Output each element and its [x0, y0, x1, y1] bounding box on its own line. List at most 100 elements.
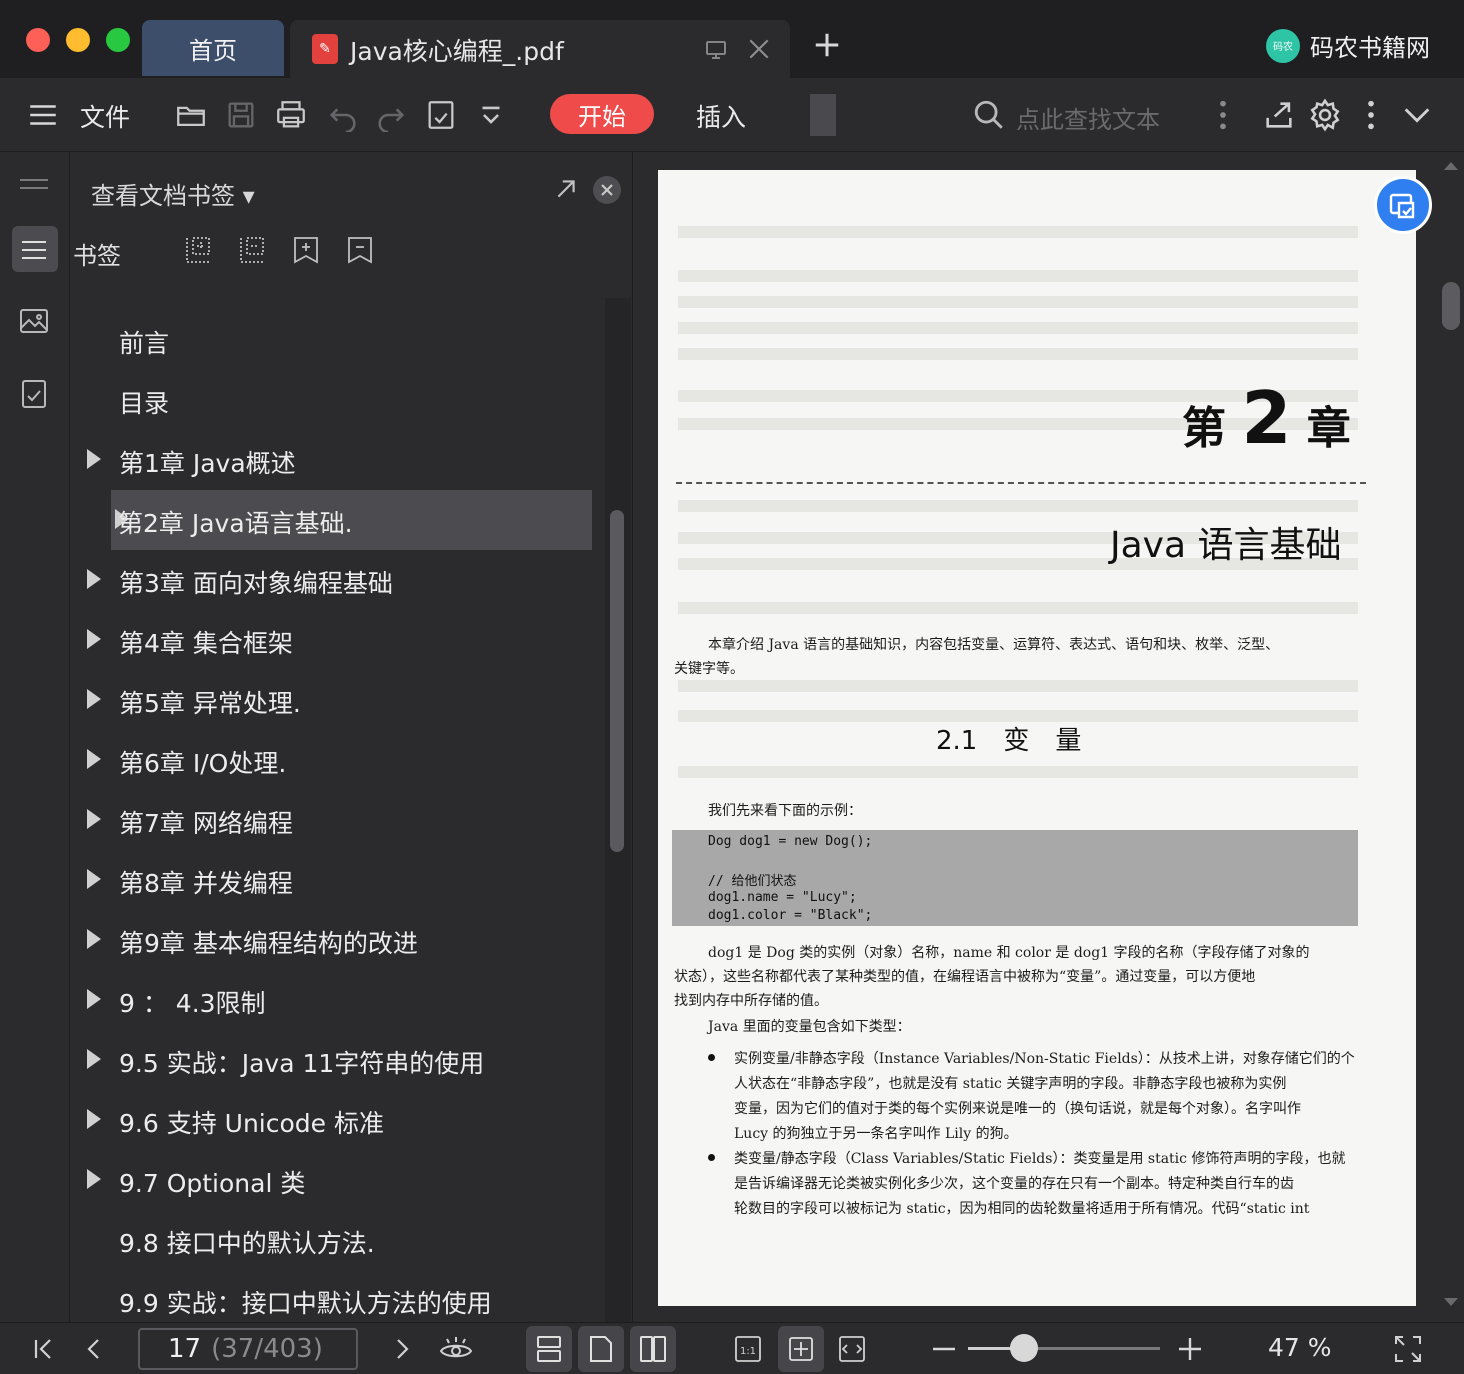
- annotation-icon[interactable]: [16, 376, 52, 412]
- bookmark-item[interactable]: 9.9 实战：接口中默认方法的使用: [71, 1270, 603, 1330]
- scroll-up-arrow[interactable]: [1444, 162, 1458, 170]
- bookmark-scrollbar[interactable]: [605, 298, 631, 1322]
- print-icon[interactable]: [274, 98, 308, 132]
- tab-home-label: 首页: [189, 36, 237, 65]
- window-minimize-button[interactable]: [66, 28, 90, 52]
- bookmark-item[interactable]: 9.6 支持 Unicode 标准: [71, 1090, 603, 1150]
- share-icon[interactable]: [1262, 98, 1296, 132]
- bookmark-item[interactable]: 9 ： 4.3限制: [71, 970, 603, 1030]
- new-tab-icon[interactable]: [812, 30, 842, 60]
- export-icon[interactable]: [424, 98, 458, 132]
- dropdown-icon[interactable]: [474, 98, 508, 132]
- next-page-icon[interactable]: [386, 1333, 418, 1365]
- bookmark-item[interactable]: 第8章 并发编程: [71, 850, 603, 910]
- actual-size-icon[interactable]: 1:1: [732, 1333, 764, 1365]
- tab-insert[interactable]: 插入: [696, 98, 746, 134]
- more-vertical-icon[interactable]: [1206, 98, 1240, 132]
- settings-gear-icon[interactable]: [1308, 98, 1342, 132]
- bookmark-scrollbar-thumb[interactable]: [610, 510, 624, 852]
- bookmark-item[interactable]: 第9章 基本编程结构的改进: [71, 910, 603, 970]
- expand-triangle-icon[interactable]: [87, 449, 101, 469]
- zoom-level[interactable]: 47 %: [1268, 1333, 1332, 1362]
- tab-start[interactable]: 开始: [550, 94, 654, 134]
- status-bar: 17 (37/403) 1:1 47 %: [0, 1322, 1464, 1374]
- file-menu[interactable]: 文件: [80, 98, 130, 134]
- tab-document[interactable]: ✎ Java核心编程_.pdf: [290, 20, 790, 78]
- expand-triangle-icon[interactable]: [87, 749, 101, 769]
- menu-icon[interactable]: [26, 98, 60, 132]
- expand-all-icon[interactable]: [183, 234, 213, 266]
- redo-icon[interactable]: [374, 98, 408, 132]
- bookmark-item[interactable]: 前言: [71, 310, 603, 370]
- bookmark-item[interactable]: 第7章 网络编程: [71, 790, 603, 850]
- window-close-button[interactable]: [26, 28, 50, 52]
- bookmark-panel-title[interactable]: 查看文档书签 ▾: [91, 176, 255, 211]
- bullet-line: 类变量/静态字段（Class Variables/Static Fields）：…: [734, 1151, 1346, 1167]
- page-number-input[interactable]: 17 (37/403): [138, 1328, 358, 1370]
- bookmark-item[interactable]: 9.5 实战：Java 11字符串的使用: [71, 1030, 603, 1090]
- expand-triangle-icon[interactable]: [87, 569, 101, 589]
- first-page-icon[interactable]: [28, 1333, 60, 1365]
- search-icon[interactable]: [972, 98, 1006, 132]
- expand-triangle-icon[interactable]: [87, 809, 101, 829]
- zoom-in-icon[interactable]: [1174, 1333, 1206, 1365]
- zoom-out-icon[interactable]: [928, 1333, 960, 1365]
- convert-document-icon: [1389, 193, 1415, 219]
- bullet-dot: [708, 1154, 715, 1161]
- expand-triangle-icon[interactable]: [87, 1169, 101, 1189]
- more-vertical-icon[interactable]: [1354, 98, 1388, 132]
- bookmark-item[interactable]: 第6章 I/O处理.: [71, 730, 603, 790]
- expand-triangle-icon[interactable]: [87, 989, 101, 1009]
- close-tab-icon[interactable]: [746, 36, 772, 62]
- bookmark-item[interactable]: 目录: [71, 370, 603, 430]
- tab-home[interactable]: 首页: [142, 20, 284, 76]
- bookmark-item-label: 9.8 接口中的默认方法.: [119, 1229, 375, 1258]
- toolbar-overflow[interactable]: [810, 94, 836, 136]
- collapse-all-icon[interactable]: [237, 234, 267, 266]
- bookmark-item[interactable]: 第2章 Java语言基础.: [111, 490, 592, 550]
- expand-triangle-icon[interactable]: [87, 629, 101, 649]
- open-folder-icon[interactable]: [174, 98, 208, 132]
- fullscreen-icon[interactable]: [1392, 1333, 1424, 1365]
- collapse-handle-icon[interactable]: [16, 168, 52, 204]
- previous-page-icon[interactable]: [78, 1333, 110, 1365]
- window-maximize-button[interactable]: [106, 28, 130, 52]
- scroll-down-arrow[interactable]: [1444, 1298, 1458, 1306]
- single-page-icon: [590, 1336, 612, 1362]
- monitor-icon[interactable]: [704, 38, 728, 62]
- eye-care-icon[interactable]: [438, 1333, 474, 1365]
- paragraph-line: 状态），这些名称都代表了某种类型的值，在编程语言中被称为“变量”。通过变量，可以…: [674, 969, 1256, 985]
- bookmark-item[interactable]: 第5章 异常处理.: [71, 670, 603, 730]
- zoom-slider[interactable]: [968, 1334, 1160, 1362]
- expand-triangle-icon[interactable]: [87, 689, 101, 709]
- chapter-divider: [676, 482, 1366, 484]
- expand-triangle-icon[interactable]: [87, 1109, 101, 1129]
- save-icon[interactable]: [224, 98, 258, 132]
- viewer-scrollbar-thumb[interactable]: [1442, 282, 1460, 330]
- search-input[interactable]: 点此查找文本: [1016, 100, 1160, 135]
- expand-triangle-icon[interactable]: [87, 1049, 101, 1069]
- tab-document-label: Java核心编程_.pdf: [350, 37, 564, 66]
- bookmark-item[interactable]: 第4章 集合框架: [71, 610, 603, 670]
- bookmark-item[interactable]: 9.7 Optional 类: [71, 1150, 603, 1210]
- brand-name: 码农书籍网: [1310, 34, 1430, 62]
- bookmark-item[interactable]: 第1章 Java概述: [71, 430, 603, 490]
- bookmark-item-label: 9.7 Optional 类: [119, 1169, 306, 1198]
- undo-icon[interactable]: [326, 98, 360, 132]
- chevron-down-icon[interactable]: [1400, 98, 1434, 132]
- brand[interactable]: 码农 码农书籍网: [1266, 28, 1430, 63]
- bookmark-item[interactable]: 第3章 面向对象编程基础: [71, 550, 603, 610]
- fit-width-icon[interactable]: [836, 1333, 868, 1365]
- close-panel-icon[interactable]: [593, 176, 621, 204]
- bookmark-item[interactable]: 9.8 接口中的默认方法.: [71, 1210, 603, 1270]
- thumbnail-image-icon[interactable]: [16, 304, 52, 340]
- add-bookmark-icon[interactable]: [291, 234, 321, 266]
- undock-arrow-icon[interactable]: [553, 176, 579, 202]
- expand-triangle-icon[interactable]: [87, 869, 101, 889]
- bookmark-item-label: 第1章 Java概述: [119, 449, 296, 478]
- bookmark-list-icon[interactable]: [16, 232, 52, 268]
- zoom-slider-knob[interactable]: [1009, 1334, 1038, 1362]
- delete-bookmark-icon[interactable]: [345, 234, 375, 266]
- expand-triangle-icon[interactable]: [87, 929, 101, 949]
- floating-action-button[interactable]: [1374, 176, 1432, 234]
